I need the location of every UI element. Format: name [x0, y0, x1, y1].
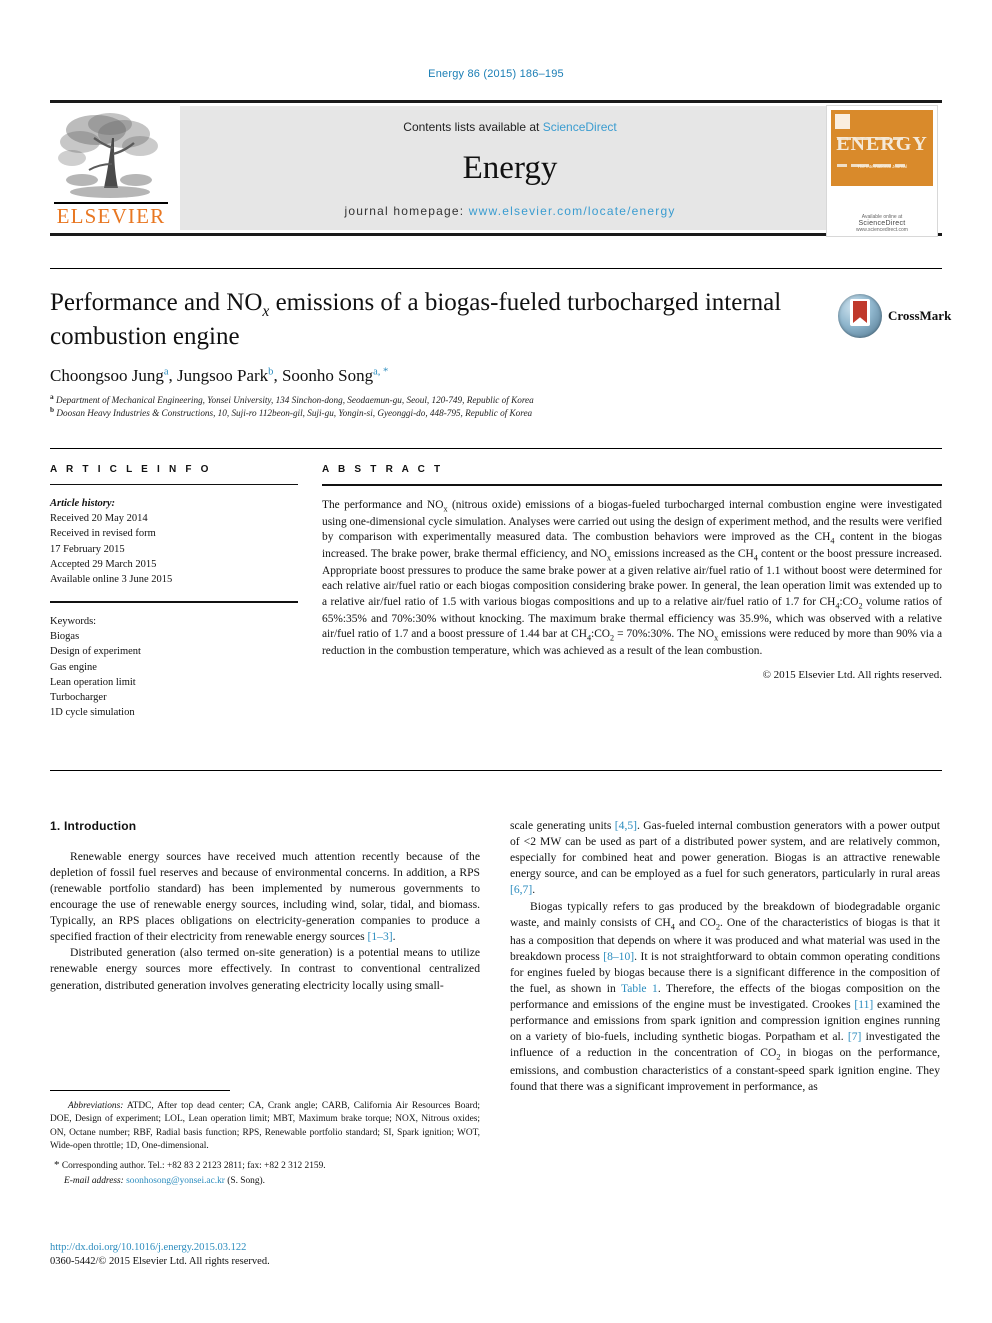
corresponding-author-note: * Corresponding author. Tel.: +82 83 2 2… [50, 1158, 480, 1174]
cover-footer: Available online at ScienceDirect www.sc… [831, 214, 933, 233]
article-history-item: Available online 3 June 2015 [50, 574, 173, 586]
cover-title: ENERGY [836, 133, 928, 155]
journal-title: Energy [462, 150, 558, 186]
cover-decor-top [837, 127, 927, 140]
body-paragraph: Biogas typically refers to gas produced … [510, 899, 941, 1094]
abstract-column: A B S T R A C T The performance and NOx … [322, 464, 942, 681]
email-label: E-mail address: [64, 1175, 124, 1186]
title-divider [50, 268, 942, 269]
corresponding-author-text: Corresponding author. Tel.: +82 83 2 212… [61, 1161, 326, 1172]
homepage-prefix: journal homepage: [344, 204, 469, 218]
cover-subtitle: The International Journal [857, 164, 907, 169]
author-list: Choongsoo Junga, Jungsoo Parkb, Soonho S… [50, 366, 389, 385]
footnote-divider [50, 1090, 230, 1091]
journal-homepage-link[interactable]: www.elsevier.com/locate/energy [469, 204, 676, 218]
affiliation-a-mark: a [50, 392, 54, 401]
crossmark-icon [838, 294, 882, 338]
abstract-text: The performance and NOx (nitrous oxide) … [322, 499, 943, 657]
issn-copyright-line: 0360-5442/© 2015 Elsevier Ltd. All right… [50, 1256, 270, 1267]
section-heading-introduction: 1. Introduction [50, 819, 137, 833]
author-3[interactable]: Soonho Songa, * [282, 366, 388, 385]
article-history-label: Article history: [50, 498, 116, 509]
elsevier-logo: ELSEVIER [50, 106, 172, 230]
article-history-item: Received 20 May 2014 [50, 513, 148, 525]
body-paragraph: Distributed generation (also termed on-s… [50, 946, 480, 992]
masthead-rule-bottom [50, 233, 942, 236]
cover-footer-sciencedirect: ScienceDirect [858, 220, 906, 227]
email-suffix: (S. Song). [224, 1175, 265, 1186]
doi-link[interactable]: http://dx.doi.org/10.1016/j.energy.2015.… [50, 1242, 480, 1253]
author-3-marks: a, * [373, 366, 389, 378]
body-paragraph: scale generating units [4,5]. Gas-fueled… [510, 819, 940, 897]
contents-prefix: Contents lists available at [403, 120, 543, 134]
article-info-rule [50, 484, 298, 485]
cover-decor-bottom [837, 154, 927, 167]
body-paragraph: Renewable energy sources have received m… [50, 849, 480, 944]
article-history-item: Accepted 29 March 2015 [50, 558, 157, 570]
keyword-item: Turbocharger [50, 692, 107, 703]
author-2-name: Jungsoo Park [177, 366, 269, 385]
article-history: Article history: Received 20 May 2014 Re… [50, 496, 298, 587]
footnotes-block: Abbreviations: ATDC, After top dead cent… [50, 1100, 480, 1188]
journal-cover-thumbnail: ENERGY The International Journal Availab… [826, 105, 938, 237]
abbreviations-note: Abbreviations: ATDC, After top dead cent… [50, 1100, 480, 1153]
article-history-item: Received in revised form [50, 528, 156, 540]
affiliation-b: b Doosan Heavy Industries & Construction… [50, 405, 840, 419]
abstract-section-bottom-rule [50, 770, 942, 771]
title-part-1: Performance and NO [50, 289, 263, 316]
article-history-item: 17 February 2015 [50, 543, 125, 555]
author-2-marks: b [268, 366, 274, 378]
contents-line: Contents lists available at ScienceDirec… [180, 120, 840, 134]
abstract-copyright: © 2015 Elsevier Ltd. All rights reserved… [762, 668, 942, 681]
masthead-banner: Contents lists available at ScienceDirec… [180, 106, 840, 230]
email-note: E-mail address: soonhosong@yonsei.ac.kr … [50, 1175, 480, 1188]
cover-footer-url: www.sciencedirect.com [856, 227, 908, 233]
affiliation-b-text: Doosan Heavy Industries & Constructions,… [56, 408, 533, 419]
email-link[interactable]: soonhosong@yonsei.ac.kr [126, 1176, 225, 1186]
abstract-rule [322, 484, 942, 486]
author-2[interactable]: Jungsoo Parkb [177, 366, 273, 385]
affiliation-a-text: Department of Mechanical Engineering, Yo… [55, 395, 534, 406]
keyword-item: Gas engine [50, 661, 97, 673]
crossmark-badge[interactable]: CrossMark [838, 294, 951, 346]
abstract-section-top-rule [50, 448, 942, 449]
body-column-left: 1. Introduction Renewable energy sources… [50, 818, 480, 994]
keywords-rule [50, 601, 298, 603]
author-1-name: Choongsoo Jung [50, 366, 164, 385]
crossmark-label: CrossMark [888, 308, 952, 323]
author-1-marks: a [163, 366, 169, 378]
running-head: Energy 86 (2015) 186–195 [428, 68, 564, 80]
author-1[interactable]: Choongsoo Junga [50, 366, 169, 385]
keywords-list: Keywords: Biogas Design of experiment Ga… [50, 614, 298, 721]
sciencedirect-link[interactable]: ScienceDirect [543, 120, 617, 134]
article-info-column: A R T I C L E I N F O Article history: R… [50, 464, 298, 720]
elsevier-wordmark: ELSEVIER [56, 204, 166, 228]
article-info-heading: A R T I C L E I N F O [50, 464, 212, 475]
masthead-rule-top [50, 100, 942, 103]
author-3-name: Soonho Song [281, 366, 374, 385]
keyword-item: Lean operation limit [50, 676, 136, 688]
affiliation-b-mark: b [50, 405, 55, 414]
page-title: Performance and NOx emissions of a bioga… [50, 288, 790, 352]
keywords-label: Keywords: [50, 615, 97, 627]
elsevier-tree-icon [56, 108, 166, 200]
keyword-item: Design of experiment [50, 646, 141, 658]
abstract-heading: A B S T R A C T [322, 464, 444, 475]
paper-page: Energy 86 (2015) 186–195 ELSEVIER Conten… [0, 0, 992, 1323]
asterisk-icon: * [54, 1159, 60, 1172]
journal-masthead: ELSEVIER Contents lists available at Sci… [50, 100, 942, 236]
journal-homepage-line: journal homepage: www.elsevier.com/locat… [180, 204, 840, 218]
keyword-item: Biogas [50, 631, 80, 643]
abbreviations-label: Abbreviations: [68, 1101, 124, 1111]
body-column-right: scale generating units [4,5]. Gas-fueled… [510, 818, 940, 1095]
title-part-2: emissions of a biogas-fueled turbocharge… [269, 289, 699, 316]
footer-block: http://dx.doi.org/10.1016/j.energy.2015.… [50, 1242, 480, 1267]
keyword-item: 1D cycle simulation [50, 707, 135, 719]
